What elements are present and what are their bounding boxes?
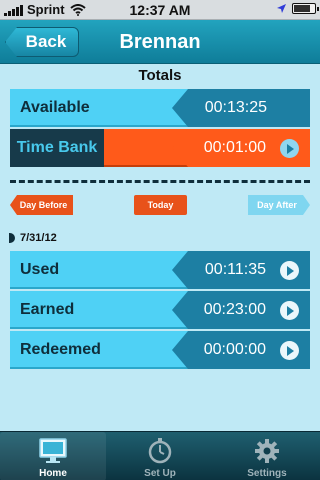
date-marker-icon (9, 233, 15, 243)
earned-detail-arrow-icon[interactable] (280, 301, 299, 320)
battery-icon (292, 3, 319, 14)
stopwatch-icon (148, 438, 172, 464)
tab-set-up-label: Set Up (144, 468, 176, 479)
tab-set-up[interactable]: Set Up (107, 432, 213, 480)
day-before-button[interactable]: Day Before (10, 195, 73, 215)
status-time: 12:37 AM (129, 1, 191, 18)
redeemed-value: 00:00:00 (203, 341, 266, 358)
tab-bar: Home Set Up Settings (0, 431, 320, 480)
today-button[interactable]: Today (134, 195, 187, 215)
tab-home[interactable]: Home (0, 432, 106, 480)
available-value: 00:13:25 (204, 99, 267, 116)
status-bar: Sprint 12:37 AM (0, 0, 320, 20)
used-value: 00:11:35 (204, 261, 266, 278)
earned-value: 00:23:00 (203, 301, 266, 318)
used-row[interactable]: Used 00:11:35 (10, 251, 310, 289)
used-label: Used (20, 261, 60, 278)
tab-settings[interactable]: Settings (214, 432, 320, 480)
time-bank-detail-arrow-icon[interactable] (280, 139, 299, 158)
redeemed-label: Redeemed (20, 341, 101, 358)
date-row: 7/31/12 (9, 231, 57, 245)
used-detail-arrow-icon[interactable] (280, 261, 299, 280)
monitor-icon (39, 438, 67, 463)
time-bank-label: Time Bank (10, 129, 104, 167)
gear-icon (255, 439, 279, 463)
page-title: Brennan (119, 30, 201, 53)
battery-fill (294, 5, 310, 12)
day-after-button[interactable]: Day After (248, 195, 310, 215)
available-label: Available (20, 99, 90, 116)
back-button[interactable]: Back (5, 27, 79, 57)
time-bank-row[interactable]: Time Bank 00:01:00 (10, 129, 310, 167)
date-label: 7/31/12 (20, 232, 57, 244)
time-bank-value: 00:01:00 (203, 139, 266, 156)
tab-home-label: Home (39, 468, 67, 479)
redeemed-row[interactable]: Redeemed 00:00:00 (10, 331, 310, 369)
earned-row[interactable]: Earned 00:23:00 (10, 291, 310, 329)
tab-settings-label: Settings (247, 468, 287, 479)
available-row: Available 00:13:25 (10, 89, 310, 127)
navigation-bar: Back Brennan (0, 20, 320, 64)
earned-label: Earned (20, 301, 75, 318)
redeemed-detail-arrow-icon[interactable] (280, 341, 299, 360)
divider (10, 180, 310, 183)
totals-heading: Totals (138, 67, 182, 84)
location-icon (277, 4, 286, 13)
